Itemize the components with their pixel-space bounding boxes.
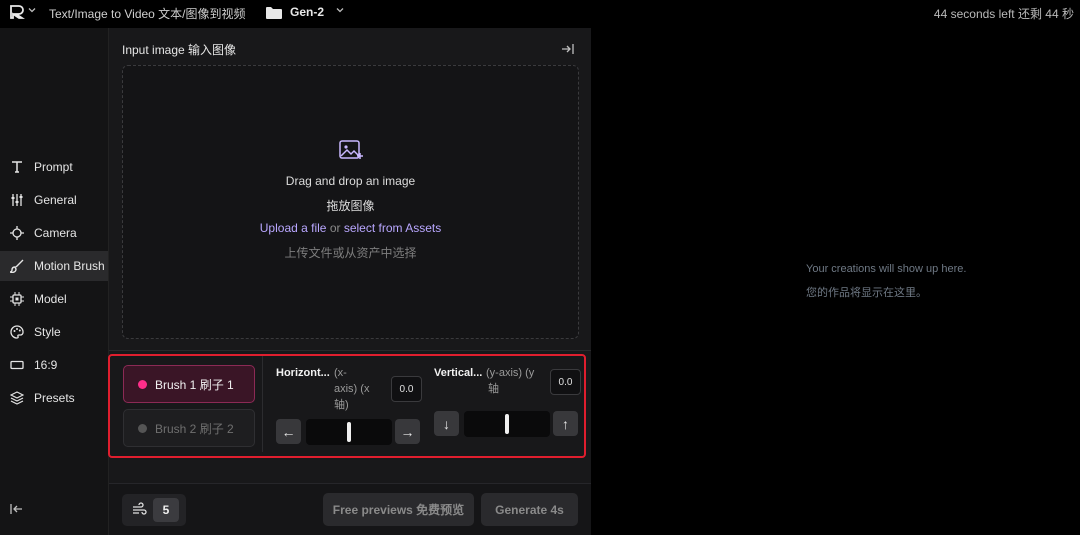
or-text: or xyxy=(329,221,341,235)
sidebar-item-general[interactable]: General xyxy=(0,185,108,215)
motion-brush-controls: Brush 1 刷子 1 Brush 2 刷子 2 Horizont... (x… xyxy=(108,354,586,458)
text-icon xyxy=(9,159,25,175)
brush-1-label: Brush 1 刷子 1 xyxy=(155,377,234,392)
slider-thumb[interactable] xyxy=(347,422,351,442)
empty-state-text: Your creations will show up here. xyxy=(806,263,967,275)
sidebar-item-label: Style xyxy=(34,325,61,339)
horizontal-sub: 轴) xyxy=(334,399,349,411)
free-previews-button[interactable]: Free previews 免费预览 xyxy=(323,493,474,526)
arrow-down-icon: ↓ xyxy=(443,415,450,432)
output-area: Your creations will show up here. 您的作品将显… xyxy=(592,28,1080,535)
vertical-sub: 轴 xyxy=(488,383,499,395)
sidebar-item-label: Camera xyxy=(34,226,77,240)
sidebar-item-label: Motion Brush xyxy=(34,259,105,273)
sidebar: Prompt General Camera Motion Brush Model… xyxy=(0,28,109,535)
divider xyxy=(262,356,263,452)
output-count[interactable]: 5 xyxy=(153,498,179,522)
vertical-value-input[interactable]: 0.0 xyxy=(550,369,581,395)
arrow-up-button[interactable]: ↑ xyxy=(553,411,578,436)
drag-drop-text-zh: 拖放图像 xyxy=(326,199,375,213)
sidebar-item-label: General xyxy=(34,193,77,207)
brush-2-label: Brush 2 刷子 2 xyxy=(155,421,234,436)
empty-state-text-zh: 您的作品将显示在这里。 xyxy=(806,287,927,299)
brush-2-button[interactable]: Brush 2 刷子 2 xyxy=(123,409,255,447)
sidebar-item-presets[interactable]: Presets xyxy=(0,383,108,413)
horizontal-value-input[interactable]: 0.0 xyxy=(391,376,422,402)
sidebar-item-motion-brush[interactable]: Motion Brush xyxy=(0,251,108,281)
aspect-ratio-icon xyxy=(9,357,25,373)
input-image-title: Input image 输入图像 xyxy=(122,43,237,57)
sidebar-item-style[interactable]: Style xyxy=(0,317,108,347)
upload-file-link[interactable]: Upload a file xyxy=(260,221,327,235)
upload-options: Upload a file or select from Assets xyxy=(123,221,578,235)
project-name[interactable]: Gen-2 xyxy=(290,5,324,19)
layers-icon xyxy=(9,390,25,406)
arrow-up-icon: ↑ xyxy=(562,415,569,432)
sidebar-item-label: 16:9 xyxy=(34,358,58,372)
output-count-control[interactable]: 5 xyxy=(122,494,186,526)
brush-1-button[interactable]: Brush 1 刷子 1 xyxy=(123,365,255,403)
slider-thumb[interactable] xyxy=(505,414,509,434)
horizontal-sub: (x- xyxy=(334,367,347,379)
collapse-panel-icon[interactable] xyxy=(561,42,575,56)
runway-logo-icon[interactable] xyxy=(9,4,25,20)
brush-icon xyxy=(9,258,25,274)
sidebar-item-label: Prompt xyxy=(34,160,73,174)
arrow-right-icon: → xyxy=(400,423,415,440)
collapse-sidebar-icon[interactable] xyxy=(9,501,25,517)
brush-color-dot xyxy=(138,423,147,433)
settings-panel: Input image 输入图像 Drag and drop an image … xyxy=(109,28,591,535)
chevron-down-icon[interactable] xyxy=(335,5,345,18)
sidebar-item-label: Presets xyxy=(34,391,75,405)
folder-icon xyxy=(266,6,282,19)
vertical-title: Vertical... xyxy=(434,367,483,379)
image-upload-icon xyxy=(339,139,363,161)
sidebar-item-model[interactable]: Model xyxy=(0,284,108,314)
image-dropzone[interactable]: Drag and drop an image 拖放图像 Upload a fil… xyxy=(122,65,579,339)
brush-color-dot xyxy=(138,379,147,389)
horizontal-sub: axis) (x xyxy=(334,383,370,395)
drag-drop-text: Drag and drop an image xyxy=(285,174,416,188)
sidebar-item-camera[interactable]: Camera xyxy=(0,218,108,248)
divider xyxy=(109,350,591,351)
bottom-toolbar: 5 Free previews 免费预览 Generate 4s xyxy=(109,484,591,535)
sidebar-item-aspect-ratio[interactable]: 16:9 xyxy=(0,350,108,380)
generate-button[interactable]: Generate 4s xyxy=(481,493,578,526)
chevron-down-icon[interactable] xyxy=(27,5,37,18)
horizontal-slider[interactable] xyxy=(306,419,392,445)
vertical-slider[interactable] xyxy=(464,411,550,437)
sidebar-item-prompt[interactable]: Prompt xyxy=(0,152,108,182)
vertical-sub: (y-axis) (y xyxy=(486,367,535,379)
camera-move-icon xyxy=(9,225,25,241)
horizontal-title: Horizont... xyxy=(276,367,330,379)
sliders-icon xyxy=(9,192,25,208)
arrow-right-button[interactable]: → xyxy=(395,419,420,444)
palette-icon xyxy=(9,324,25,340)
top-bar: Text/Image to Video 文本/图像到视频 Gen-2 44 se… xyxy=(0,0,1080,28)
chip-icon xyxy=(9,291,25,307)
arrow-left-button[interactable]: ← xyxy=(276,419,301,444)
time-left: 44 seconds left 还剩 44 秒 xyxy=(933,7,1074,21)
arrow-left-icon: ← xyxy=(281,423,296,440)
select-assets-link[interactable]: select from Assets xyxy=(344,221,441,235)
breadcrumb[interactable]: Text/Image to Video 文本/图像到视频 xyxy=(49,5,246,22)
arrow-down-button[interactable]: ↓ xyxy=(434,411,459,436)
motion-icon xyxy=(131,502,147,518)
upload-options-zh: 上传文件或从资产中选择 xyxy=(284,246,417,260)
sidebar-item-label: Model xyxy=(34,292,67,306)
